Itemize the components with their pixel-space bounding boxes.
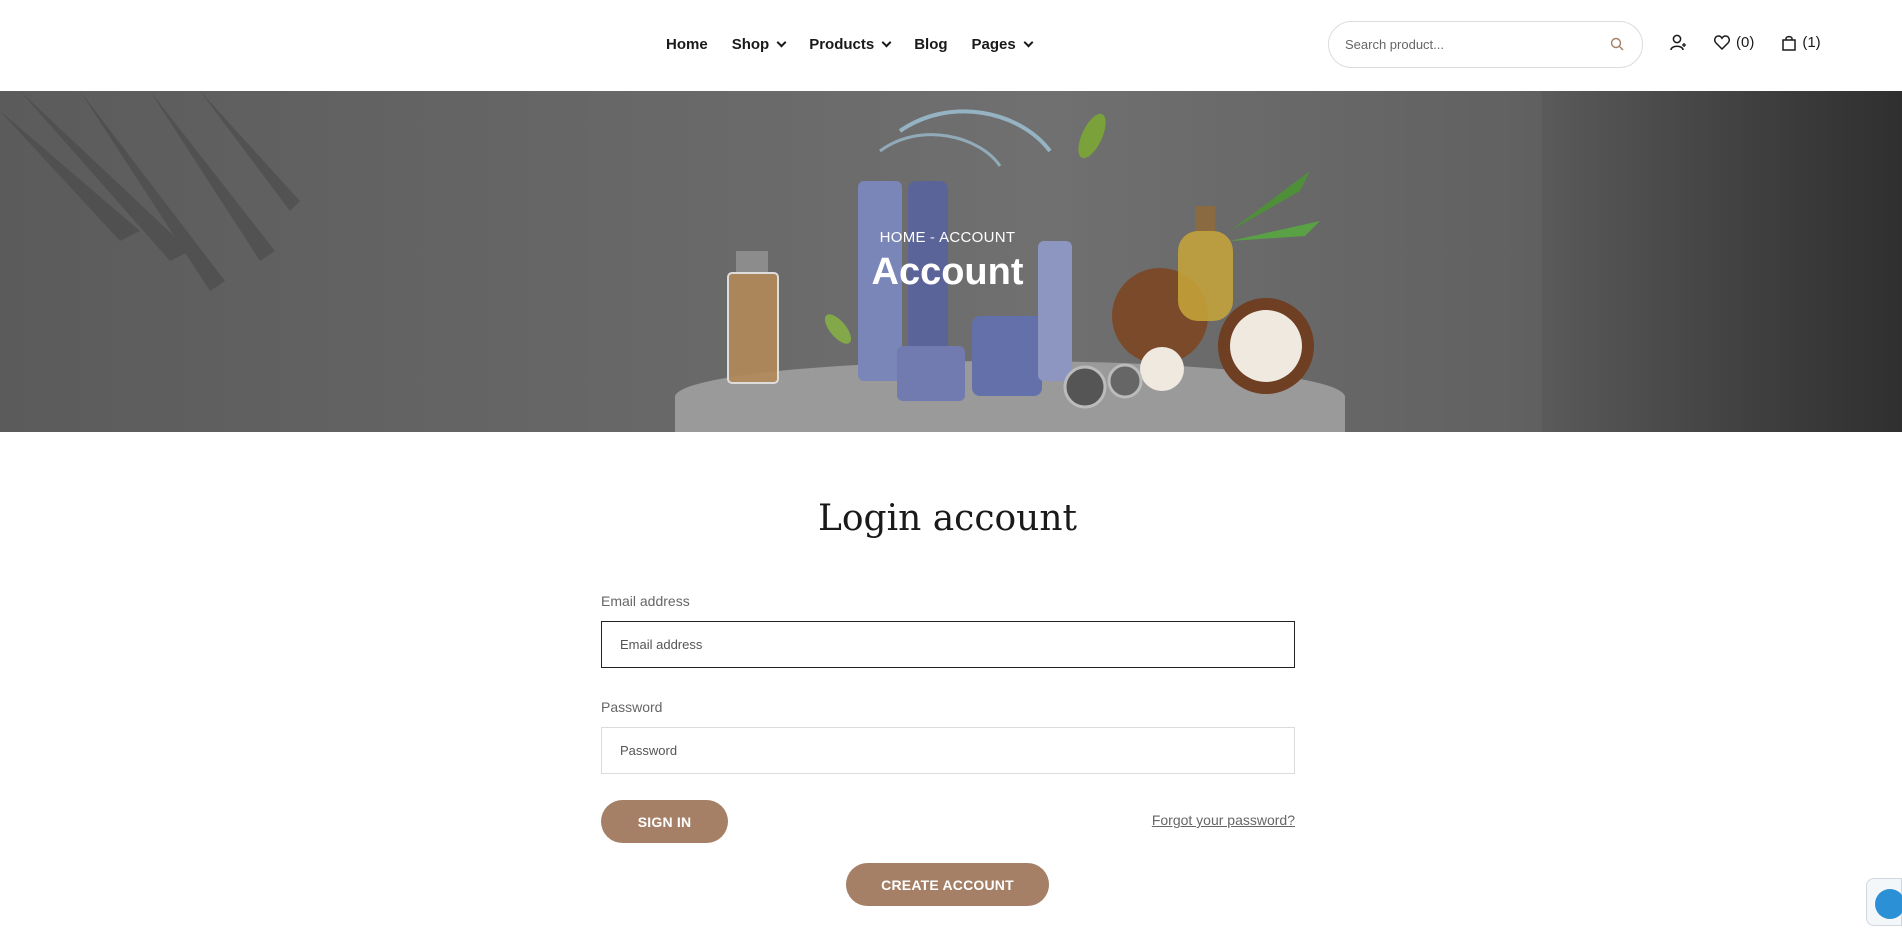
bag-icon (1782, 35, 1797, 51)
nav-shop-label: Shop (731, 35, 770, 53)
chevron-down-icon (1023, 37, 1034, 47)
email-field-wrapper (601, 621, 1295, 668)
nav-pages[interactable]: Pages (971, 35, 1034, 53)
nav-home[interactable]: Home (666, 36, 708, 53)
search-icon[interactable] (1610, 37, 1626, 53)
chat-widget[interactable] (1866, 878, 1902, 926)
cart-button[interactable]: (1) (1782, 34, 1821, 51)
search-box (1328, 21, 1643, 68)
login-form: Email address Password SIGN IN Forgot yo… (601, 593, 1295, 850)
email-field[interactable] (620, 637, 1276, 652)
header-icons: (0) (1) (1670, 34, 1821, 51)
chevron-down-icon (776, 37, 787, 47)
password-field[interactable] (620, 743, 1276, 758)
search-input[interactable] (1345, 37, 1610, 52)
account-button[interactable] (1670, 34, 1686, 51)
site-header: Home Shop Products Blog Pages (0) (1) (0, 0, 1902, 91)
breadcrumb-home[interactable]: HOME (880, 229, 926, 246)
cart-count: (1) (1802, 34, 1821, 51)
breadcrumb-current: ACCOUNT (939, 229, 1016, 246)
nav-pages-label: Pages (971, 35, 1016, 53)
nav-home-label: Home (666, 35, 708, 53)
chat-widget-icon (1875, 889, 1902, 919)
password-label: Password (601, 699, 663, 715)
email-label: Email address (601, 593, 690, 609)
wishlist-count: (0) (1736, 34, 1755, 51)
user-icon (1670, 34, 1686, 51)
nav-blog-label: Blog (914, 35, 948, 53)
nav-blog[interactable]: Blog (914, 36, 947, 53)
heart-icon (1714, 35, 1730, 50)
chevron-down-icon (881, 37, 892, 47)
forgot-password-link[interactable]: Forgot your password? (1152, 812, 1295, 828)
main-nav: Home Shop Products Blog Pages (666, 32, 1056, 56)
create-account-button[interactable]: CREATE ACCOUNT (846, 863, 1049, 906)
breadcrumb-separator: - (929, 229, 936, 246)
page-title: Account (871, 251, 1024, 293)
nav-products-label: Products (809, 35, 875, 53)
sign-in-button[interactable]: SIGN IN (601, 800, 728, 843)
page-hero-banner: HOME - ACCOUNT Account (0, 91, 1902, 432)
wishlist-button[interactable]: (0) (1714, 34, 1754, 51)
breadcrumb: HOME - ACCOUNT (0, 229, 1895, 246)
password-field-wrapper (601, 727, 1295, 774)
login-actions: SIGN IN Forgot your password? (601, 800, 1295, 850)
nav-products[interactable]: Products (809, 35, 892, 53)
nav-shop[interactable]: Shop (731, 35, 787, 53)
login-title: Login account (817, 498, 1078, 539)
